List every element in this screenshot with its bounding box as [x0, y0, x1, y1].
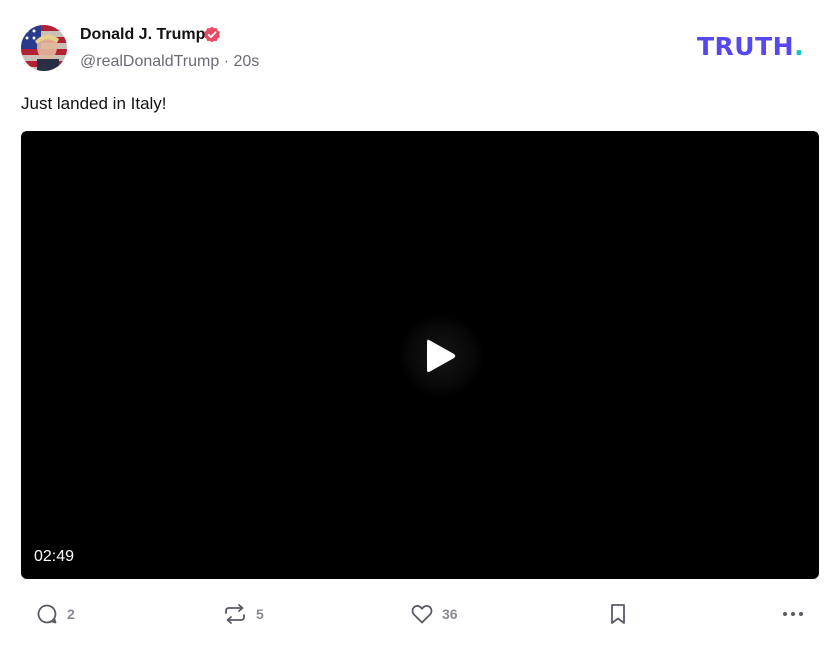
reply-button[interactable]: 2	[35, 601, 75, 627]
brand-name: TRUTH	[697, 32, 795, 61]
verified-badge-icon	[204, 26, 220, 43]
author-handle[interactable]: @realDonaldTrump	[80, 53, 219, 70]
comment-icon	[37, 604, 57, 624]
more-icon	[783, 612, 803, 616]
like-button[interactable]: 36	[410, 601, 458, 627]
truth-logo[interactable]: TRUTH.	[697, 33, 804, 61]
retruth-icon	[225, 604, 245, 624]
reply-count: 2	[67, 606, 75, 622]
brand-dot: .	[794, 32, 805, 61]
avatar[interactable]	[21, 25, 67, 71]
retruth-button[interactable]: 5	[222, 601, 264, 627]
heart-icon	[411, 605, 433, 624]
post-text: Just landed in Italy!	[21, 94, 167, 113]
video-duration: 02:49	[34, 548, 75, 565]
post-meta: @realDonaldTrump · 20s	[80, 52, 259, 72]
play-icon	[427, 339, 456, 372]
meta-separator: ·	[223, 53, 234, 70]
bookmark-icon	[611, 604, 625, 624]
author-name[interactable]: Donald J. Trump	[80, 25, 205, 45]
more-options-button[interactable]	[781, 601, 805, 627]
bookmark-button[interactable]	[607, 601, 629, 627]
play-button[interactable]	[399, 314, 483, 398]
retruth-count: 5	[256, 606, 264, 622]
post-card: Donald J. Trump @realDonaldTrump · 20s T…	[0, 0, 840, 649]
video-player[interactable]: 02:49	[21, 131, 819, 579]
like-count: 36	[442, 606, 458, 622]
post-timestamp[interactable]: 20s	[234, 53, 260, 70]
